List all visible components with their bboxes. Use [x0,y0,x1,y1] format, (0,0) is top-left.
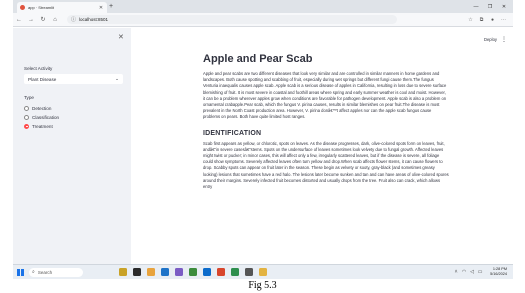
address-bar[interactable]: ⓘ localhost:8501 [67,15,397,24]
system-tray: ˄ ◠ ◁ ▭ 1:28 PM 5/16/2024 [452,267,513,276]
taskbar-app-icon[interactable] [147,268,155,276]
type-label: Type [24,95,34,100]
taskbar-app-icon[interactable] [133,268,141,276]
taskbar-app-icon[interactable] [189,268,197,276]
close-tab-icon[interactable]: ✕ [98,5,104,11]
chevron-down-icon: ⌄ [115,76,119,81]
browser-actions: ☆ ⧉ ● ⋯ [465,17,513,23]
url-text[interactable]: localhost:8501 [79,17,108,22]
volume-icon[interactable]: ◁ [468,269,476,275]
deploy-button[interactable]: Deploy [484,37,497,42]
minimize-button[interactable]: — [469,4,483,10]
radio-button-icon[interactable] [24,114,29,120]
figure-caption: Fig 5.3 [248,280,277,291]
reload-button[interactable]: ↻ [37,16,49,23]
taskbar-clock[interactable]: 1:28 PM 5/16/2024 [490,267,507,276]
taskbar-search[interactable]: ⌕ Search [29,267,83,277]
tab-title: app · Streamlit [28,5,55,10]
select-activity-label: Select Activity [24,66,53,71]
radio-button-selected-icon[interactable] [24,123,29,129]
taskbar-app-icon[interactable] [231,268,239,276]
radio-button-icon[interactable] [24,105,29,111]
info-icon[interactable]: ⓘ [71,16,76,23]
browser-tab[interactable]: app · Streamlit ✕ [17,2,107,13]
taskbar-app-icon[interactable] [245,268,253,276]
taskbar-app-icon[interactable] [217,268,225,276]
article: Apple and Pear Scab Apple and pear scabs… [203,53,449,199]
windows-taskbar: ⌕ Search ˄ ◠ ◁ ▭ 1:28 PM 5/16/2024 [13,264,513,279]
search-icon: ⌕ [32,269,35,275]
browser-toolbar: ← → ↻ ⌂ ⓘ localhost:8501 ☆ ⧉ ● ⋯ [13,13,513,27]
streamlit-favicon-icon [20,5,25,10]
intro-paragraph: Apple and pear scabs are two different d… [203,71,447,120]
chevron-up-icon[interactable]: ˄ [452,269,460,275]
extensions-icon[interactable]: ⧉ [476,17,487,23]
main-content: Deploy ⋮ Apple and Pear Scab Apple and p… [131,28,513,264]
profile-icon[interactable]: ● [487,17,498,23]
radio-treatment[interactable]: Treatment [24,122,59,130]
radio-detection[interactable]: Detection [24,104,59,112]
identification-paragraph: Scab first appears as yellow, or chlorot… [203,140,449,190]
browser-menu-icon[interactable]: ⋯ [498,17,509,23]
wifi-icon[interactable]: ◠ [460,269,468,275]
taskbar-app-icon[interactable] [175,268,183,276]
home-button[interactable]: ⌂ [49,17,61,23]
radio-label: Classification [32,114,60,120]
window-controls: — ❐ ✕ [469,0,511,13]
app-sidebar: ✕ Select Activity Plant Disease ⌄ Type D… [13,28,131,264]
radio-label: Detection [32,105,52,111]
search-placeholder: Search [37,269,53,275]
forward-button[interactable]: → [25,17,37,23]
activity-select[interactable]: Plant Disease ⌄ [24,74,123,84]
windows-start-icon[interactable] [17,268,24,276]
back-button[interactable]: ← [13,17,25,23]
app-menu-icon[interactable]: ⋮ [501,36,507,43]
maximize-button[interactable]: ❐ [483,4,497,10]
radio-label: Treatment [32,123,53,129]
new-tab-button[interactable]: + [109,2,113,11]
radio-classification[interactable]: Classification [24,113,59,121]
activity-select-value: Plant Disease [28,76,57,82]
taskbar-app-icon[interactable] [259,268,267,276]
screenshot-frame: app · Streamlit ✕ + — ❐ ✕ ← → ↻ ⌂ ⓘ loca… [13,0,513,279]
page-title: Apple and Pear Scab [203,53,313,65]
battery-icon[interactable]: ▭ [476,269,484,275]
taskbar-app-icon[interactable] [119,268,127,276]
close-window-button[interactable]: ✕ [497,4,511,10]
browser-tab-strip: app · Streamlit ✕ + — ❐ ✕ [13,0,513,13]
taskbar-app-icon[interactable] [161,268,169,276]
type-radio-group: Detection Classification Treatment [24,104,59,131]
taskbar-app-icon[interactable] [203,268,211,276]
taskbar-apps [119,268,273,276]
section-heading: IDENTIFICATION [203,129,262,137]
bookmark-icon[interactable]: ☆ [465,17,476,23]
sidebar-close-icon[interactable]: ✕ [118,33,124,41]
clock-date: 5/16/2024 [490,272,507,276]
